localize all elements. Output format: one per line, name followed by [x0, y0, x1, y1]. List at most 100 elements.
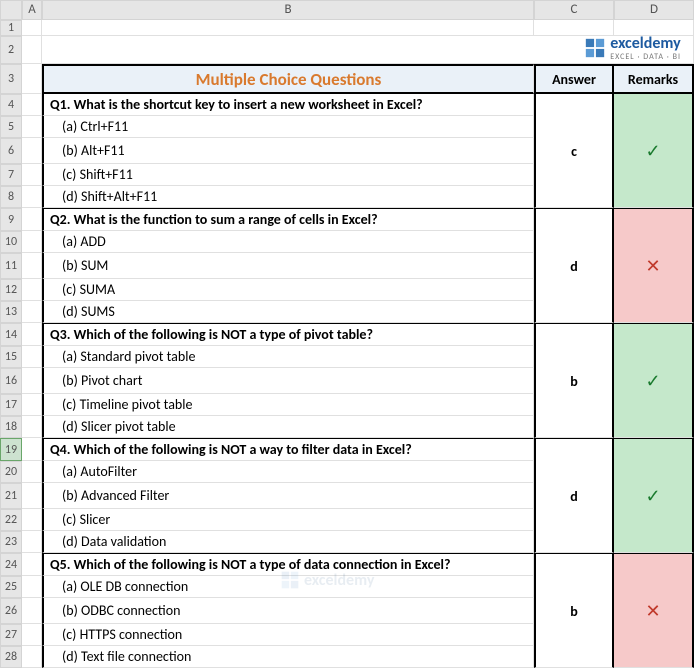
option-q2-3[interactable]: (d) SUMS	[42, 301, 534, 323]
answer-cell-q1-r3[interactable]	[534, 164, 614, 186]
row-header-1[interactable]: 1	[0, 20, 22, 36]
cell-a-q4-o1[interactable]	[22, 483, 42, 509]
cell-a2[interactable]	[22, 36, 42, 64]
cell-a-q3-o2[interactable]	[22, 394, 42, 416]
select-all-corner[interactable]	[0, 0, 22, 20]
question-4[interactable]: Q4. Which of the following is NOT a way …	[42, 438, 534, 461]
answer-cell-q4-r4[interactable]	[534, 531, 614, 553]
row-header-8[interactable]: 8	[0, 186, 22, 208]
answer-cell-q1-r2[interactable]: c	[534, 138, 614, 164]
remarks-cell-q5-r0[interactable]	[614, 553, 694, 576]
answer-cell-q4-r0[interactable]	[534, 438, 614, 461]
cell-a-q4-o2[interactable]	[22, 509, 42, 531]
answer-cell-q4-r1[interactable]	[534, 461, 614, 483]
remarks-cell-q5-r2[interactable]: ✕	[614, 598, 694, 624]
answer-cell-q2-r0[interactable]	[534, 208, 614, 231]
cell-a-q4-o0[interactable]	[22, 461, 42, 483]
answer-cell-q5-r2[interactable]: b	[534, 598, 614, 624]
cell-a-q2-o3[interactable]	[22, 301, 42, 323]
row-header-11[interactable]: 11	[0, 253, 22, 279]
cell-b2[interactable]: exceldemyEXCEL · DATA · BI	[42, 36, 694, 64]
answer-cell-q4-r2[interactable]: d	[534, 483, 614, 509]
remarks-cell-q3-r3[interactable]	[614, 394, 694, 416]
row-header-9[interactable]: 9	[0, 208, 22, 231]
cell-a-q2[interactable]	[22, 208, 42, 231]
cell-a-q1-o1[interactable]	[22, 138, 42, 164]
remarks-cell-q2-r4[interactable]	[614, 301, 694, 323]
row-header-12[interactable]: 12	[0, 279, 22, 301]
answer-cell-q5-r0[interactable]	[534, 553, 614, 576]
col-header-a[interactable]: A	[22, 0, 42, 20]
remarks-cell-q5-r1[interactable]	[614, 576, 694, 598]
cell-a3[interactable]	[22, 64, 42, 94]
option-q5-2[interactable]: (c) HTTPS connection	[42, 624, 534, 646]
cell-a-q2-o0[interactable]	[22, 231, 42, 253]
answer-cell-q3-r3[interactable]	[534, 394, 614, 416]
cell-a-q1-o2[interactable]	[22, 164, 42, 186]
remarks-cell-q3-r1[interactable]	[614, 346, 694, 368]
option-q4-2[interactable]: (c) Slicer	[42, 509, 534, 531]
remarks-cell-q1-r0[interactable]	[614, 94, 694, 116]
option-q3-1[interactable]: (b) Pivot chart	[42, 368, 534, 394]
row-header-23[interactable]: 23	[0, 531, 22, 553]
answer-cell-q3-r1[interactable]	[534, 346, 614, 368]
row-header-22[interactable]: 22	[0, 509, 22, 531]
remarks-cell-q2-r2[interactable]: ✕	[614, 253, 694, 279]
option-q4-1[interactable]: (b) Advanced Filter	[42, 483, 534, 509]
remarks-cell-q1-r3[interactable]	[614, 164, 694, 186]
remarks-cell-q4-r4[interactable]	[614, 531, 694, 553]
row-header-20[interactable]: 20	[0, 461, 22, 483]
row-header-13[interactable]: 13	[0, 301, 22, 323]
remarks-cell-q1-r2[interactable]: ✓	[614, 138, 694, 164]
question-2[interactable]: Q2. What is the function to sum a range …	[42, 208, 534, 231]
remarks-cell-q5-r3[interactable]	[614, 624, 694, 646]
cell-a1[interactable]	[22, 20, 42, 36]
row-header-27[interactable]: 27	[0, 624, 22, 646]
answer-cell-q3-r0[interactable]	[534, 323, 614, 346]
answer-cell-q3-r4[interactable]	[534, 416, 614, 438]
row-header-18[interactable]: 18	[0, 416, 22, 438]
header-answer[interactable]: Answer	[534, 64, 614, 94]
option-q5-1[interactable]: (b) ODBC connection	[42, 598, 534, 624]
answer-cell-q1-r0[interactable]	[534, 94, 614, 116]
cell-a-q1-o0[interactable]	[22, 116, 42, 138]
option-q1-0[interactable]: (a) Ctrl+F11	[42, 116, 534, 138]
answer-cell-q1-r4[interactable]	[534, 186, 614, 208]
remarks-cell-q5-r4[interactable]	[614, 646, 694, 668]
question-5[interactable]: Q5. Which of the following is NOT a type…	[42, 553, 534, 576]
cell-a-q5-o3[interactable]	[22, 646, 42, 668]
remarks-cell-q4-r3[interactable]	[614, 509, 694, 531]
row-header-2[interactable]: 2	[0, 36, 22, 64]
cell-a-q4[interactable]	[22, 438, 42, 461]
answer-cell-q5-r4[interactable]	[534, 646, 614, 668]
remarks-cell-q2-r1[interactable]	[614, 231, 694, 253]
question-3[interactable]: Q3. Which of the following is NOT a type…	[42, 323, 534, 346]
remarks-cell-q1-r1[interactable]	[614, 116, 694, 138]
answer-cell-q2-r1[interactable]	[534, 231, 614, 253]
row-header-17[interactable]: 17	[0, 394, 22, 416]
remarks-cell-q3-r4[interactable]	[614, 416, 694, 438]
remarks-cell-q4-r1[interactable]	[614, 461, 694, 483]
option-q2-1[interactable]: (b) SUM	[42, 253, 534, 279]
col-header-c[interactable]: C	[534, 0, 614, 20]
answer-cell-q2-r4[interactable]	[534, 301, 614, 323]
option-q4-3[interactable]: (d) Data validation	[42, 531, 534, 553]
row-header-26[interactable]: 26	[0, 598, 22, 624]
row-header-14[interactable]: 14	[0, 323, 22, 346]
option-q5-0[interactable]: (a) OLE DB connection	[42, 576, 534, 598]
option-q3-2[interactable]: (c) Timeline pivot table	[42, 394, 534, 416]
answer-cell-q5-r1[interactable]	[534, 576, 614, 598]
remarks-cell-q3-r2[interactable]: ✓	[614, 368, 694, 394]
option-q1-2[interactable]: (c) Shift+F11	[42, 164, 534, 186]
answer-cell-q5-r3[interactable]	[534, 624, 614, 646]
cell-a-q3-o1[interactable]	[22, 368, 42, 394]
col-header-d[interactable]: D	[614, 0, 694, 20]
cell-b1[interactable]	[42, 20, 534, 36]
cell-a-q5-o0[interactable]	[22, 576, 42, 598]
cell-a-q2-o2[interactable]	[22, 279, 42, 301]
remarks-cell-q1-r4[interactable]	[614, 186, 694, 208]
cell-a-q3[interactable]	[22, 323, 42, 346]
remarks-cell-q2-r3[interactable]	[614, 279, 694, 301]
question-1[interactable]: Q1. What is the shortcut key to insert a…	[42, 94, 534, 116]
cell-a-q5-o2[interactable]	[22, 624, 42, 646]
